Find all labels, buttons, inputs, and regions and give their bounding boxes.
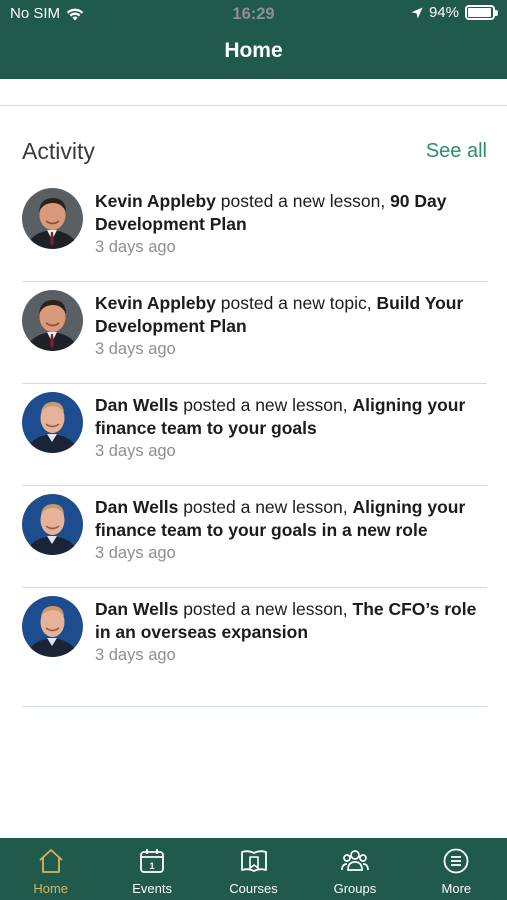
tab-home[interactable]: Home [0, 838, 101, 900]
groups-icon [340, 846, 370, 881]
kevin-appleby-photo [22, 188, 83, 249]
tab-label: Events [132, 881, 172, 896]
activity-author[interactable]: Kevin Appleby [95, 293, 216, 313]
activity-timestamp: 3 days ago [95, 442, 176, 460]
activity-action: posted a new lesson, [220, 191, 386, 211]
activity-action: posted a new topic, [220, 293, 372, 313]
activity-author[interactable]: Dan Wells [95, 497, 178, 517]
tab-label: Groups [333, 881, 377, 896]
tab-label: Courses [229, 881, 278, 896]
activity-item[interactable]: Dan Wells posted a new lesson, Aligning … [22, 486, 487, 588]
activity-text: Dan Wells posted a new lesson, Aligning … [95, 394, 487, 440]
status-bar: No SIM 16:29 94% [0, 0, 507, 30]
kevin-appleby-photo [22, 290, 83, 351]
activity-action: posted a new lesson, [183, 395, 348, 415]
battery-icon [465, 5, 498, 20]
activity-item[interactable]: Dan Wells posted a new lesson, The CFO’s… [22, 588, 487, 690]
activity-title: Activity [22, 138, 95, 164]
section-divider [0, 105, 507, 106]
page-title: Home [224, 39, 283, 62]
header-bar: No SIM 16:29 94% Home [0, 0, 507, 79]
activity-author[interactable]: Dan Wells [95, 599, 178, 619]
avatar[interactable] [22, 290, 83, 351]
activity-timestamp: 3 days ago [95, 646, 176, 664]
activity-author[interactable]: Dan Wells [95, 395, 178, 415]
activity-header: Activity See all [22, 138, 487, 170]
battery-level-fill [468, 8, 491, 17]
activity-action: posted a new lesson, [183, 599, 348, 619]
tab-label: More [441, 881, 472, 896]
tab-bar: Home 1 Events Courses Groups More [0, 838, 507, 900]
tab-courses[interactable]: Courses [203, 838, 304, 900]
activity-timestamp: 3 days ago [95, 544, 176, 562]
activity-item[interactable]: Dan Wells posted a new lesson, Aligning … [22, 384, 487, 486]
feed-bottom-divider [22, 706, 487, 707]
activity-text: Dan Wells posted a new lesson, Aligning … [95, 496, 487, 542]
activity-author[interactable]: Kevin Appleby [95, 191, 216, 211]
tab-label: Home [33, 881, 69, 896]
tab-groups[interactable]: Groups [304, 838, 405, 900]
activity-item[interactable]: Kevin Appleby posted a new lesson, 90 Da… [22, 180, 487, 282]
battery-group: 94% [411, 4, 498, 21]
calendar-icon: 1 [137, 846, 167, 881]
home-icon [36, 846, 66, 881]
activity-item[interactable]: Kevin Appleby posted a new topic, Build … [22, 282, 487, 384]
activity-action: posted a new lesson, [183, 497, 348, 517]
avatar[interactable] [22, 494, 83, 555]
battery-percent: 94% [428, 4, 459, 21]
activity-text: Kevin Appleby posted a new lesson, 90 Da… [95, 190, 487, 236]
activity-text: Dan Wells posted a new lesson, The CFO’s… [95, 598, 487, 644]
tab-more[interactable]: More [406, 838, 507, 900]
book-icon [239, 846, 269, 881]
dan-wells-photo [22, 596, 83, 657]
dan-wells-photo [22, 392, 83, 453]
tab-events[interactable]: 1 Events [101, 838, 202, 900]
activity-timestamp: 3 days ago [95, 238, 176, 256]
menu-icon [441, 846, 471, 881]
activity-text: Kevin Appleby posted a new topic, Build … [95, 292, 487, 338]
see-all-link[interactable]: See all [426, 140, 487, 163]
activity-feed: Kevin Appleby posted a new lesson, 90 Da… [22, 180, 487, 690]
calendar-day-number: 1 [150, 861, 155, 871]
avatar[interactable] [22, 596, 83, 657]
avatar[interactable] [22, 392, 83, 453]
location-arrow-icon [411, 7, 423, 18]
avatar[interactable] [22, 188, 83, 249]
dan-wells-photo [22, 494, 83, 555]
activity-timestamp: 3 days ago [95, 340, 176, 358]
